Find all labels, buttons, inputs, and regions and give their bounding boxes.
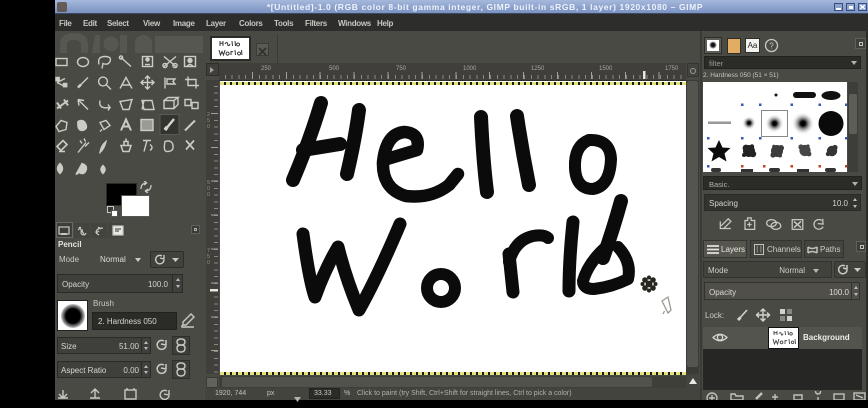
svg-text:?: ? [769,42,774,51]
